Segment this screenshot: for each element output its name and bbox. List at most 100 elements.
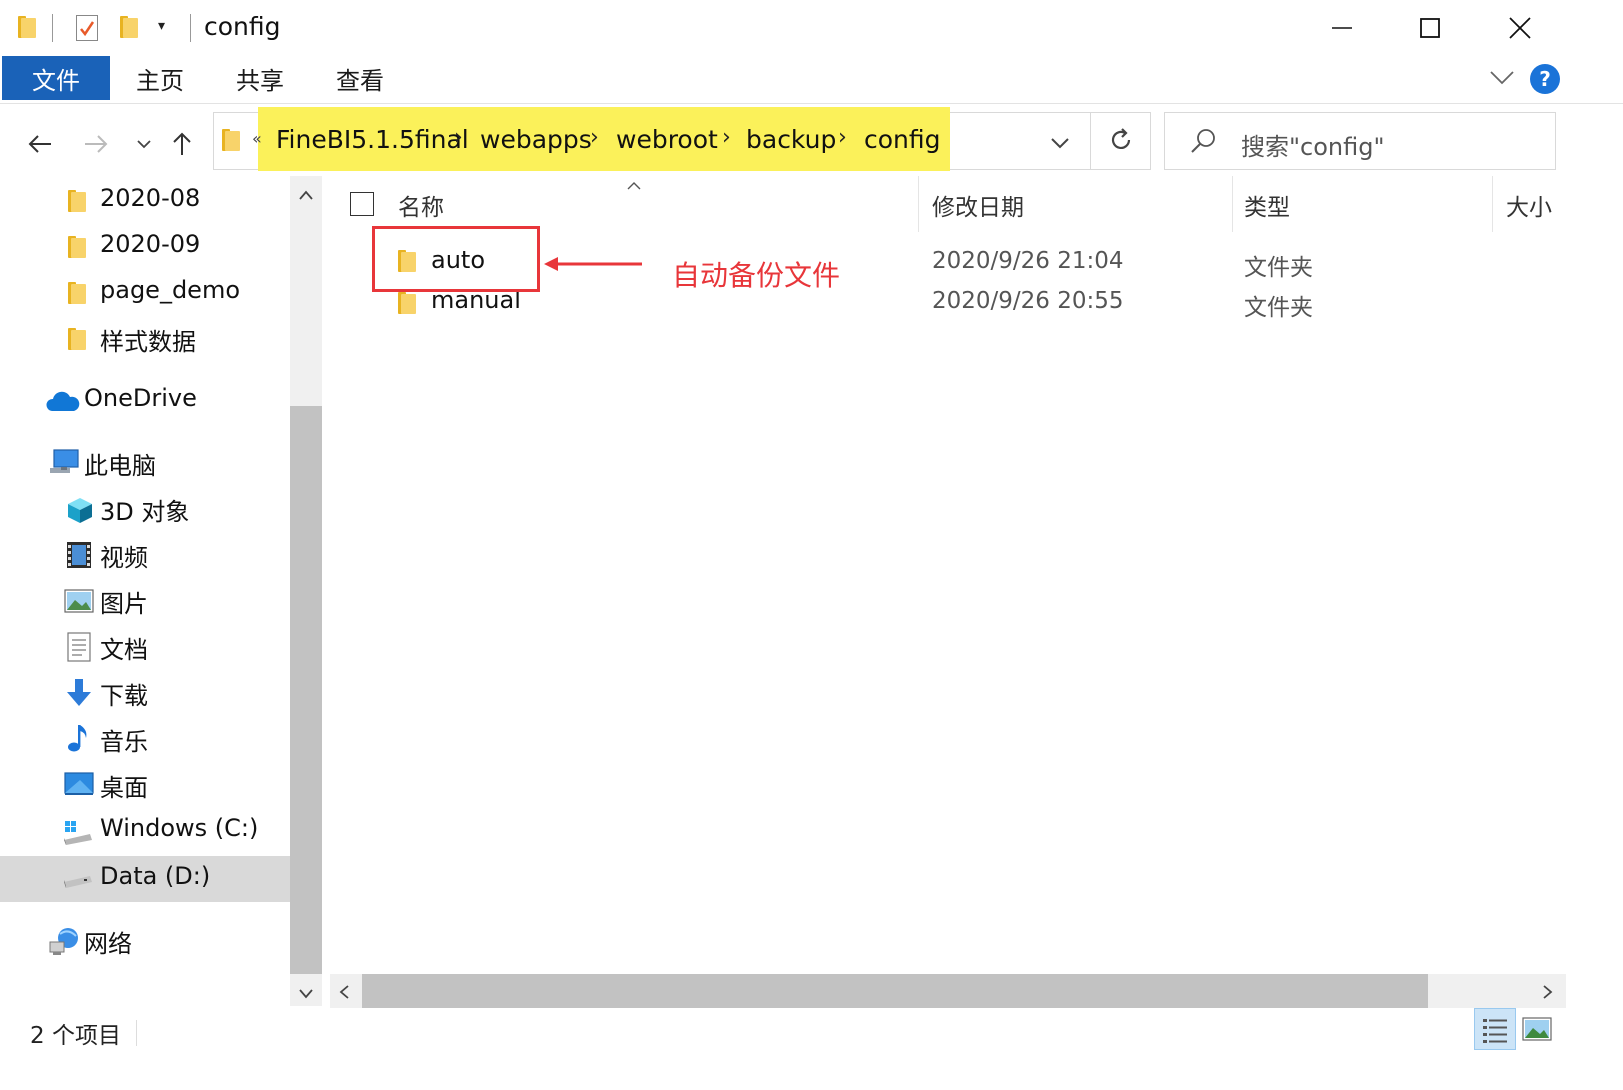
chevron-right-icon[interactable]: › (454, 125, 463, 150)
close-icon[interactable] (1500, 8, 1540, 48)
network-icon (49, 928, 78, 955)
forward-arrow-icon[interactable] (76, 124, 116, 164)
documents-icon (67, 632, 91, 662)
tab-view[interactable]: 查看 (312, 56, 408, 100)
ribbon: 文件 主页 共享 查看 ? (0, 56, 1623, 104)
folder-icon (68, 282, 86, 304)
column-header-size[interactable]: 大小 (1506, 188, 1552, 222)
breadcrumb-finebi[interactable]: FineBI5.1.5final (276, 125, 469, 154)
chevron-right-icon[interactable]: › (838, 125, 847, 150)
recent-locations-chevron-icon[interactable] (124, 124, 164, 164)
nav-item-label: 网络 (84, 930, 132, 958)
column-header-type[interactable]: 类型 (1244, 188, 1290, 222)
scroll-thumb[interactable] (362, 974, 1428, 1008)
up-arrow-icon[interactable] (162, 124, 202, 164)
table-row[interactable]: manual 2020/9/26 20:55 文件夹 (370, 284, 1550, 324)
search-box[interactable]: 搜索"config" (1164, 112, 1556, 170)
annotation-label: 自动备份文件 (672, 259, 841, 292)
nav-item-3d-objects[interactable]: 3D 对象 (0, 486, 290, 532)
nav-item-music[interactable]: 音乐 (0, 716, 290, 762)
nav-item-network[interactable]: 网络 (0, 918, 290, 964)
scroll-down-icon[interactable] (298, 984, 314, 1003)
3d-objects-icon (68, 498, 92, 523)
nav-item-onedrive[interactable]: OneDrive (0, 378, 290, 424)
title-bar: ▾ config (0, 0, 1623, 56)
horizontal-scrollbar[interactable] (330, 974, 1566, 1008)
breadcrumb-webroot[interactable]: webroot (616, 125, 718, 154)
column-divider[interactable] (1492, 176, 1493, 232)
column-divider[interactable] (1232, 176, 1233, 232)
nav-item-drive-d[interactable]: Data (D:) (0, 856, 290, 902)
breadcrumb-backup[interactable]: backup (746, 125, 836, 154)
help-icon[interactable]: ? (1530, 64, 1560, 94)
folder-icon (68, 236, 86, 258)
desktop-icon (64, 772, 94, 795)
breadcrumb-webapps[interactable]: webapps (480, 125, 592, 154)
tab-file[interactable]: 文件 (2, 56, 110, 100)
scroll-up-icon[interactable] (298, 186, 314, 205)
customize-quick-access-icon[interactable]: ▾ (158, 18, 165, 34)
nav-item-desktop[interactable]: 桌面 (0, 762, 290, 808)
expand-ribbon-icon[interactable] (1488, 68, 1516, 92)
tab-home[interactable]: 主页 (112, 56, 208, 100)
nav-item-label: 音乐 (100, 728, 148, 756)
video-icon (67, 542, 91, 568)
nav-item-label: 2020-09 (100, 230, 201, 258)
search-input[interactable]: 搜索"config" (1241, 127, 1385, 162)
nav-item-videos[interactable]: 视频 (0, 532, 290, 578)
address-row: « FineBI5.1.5final › webapps › webroot ›… (0, 106, 1623, 176)
divider (52, 14, 53, 42)
column-header-date[interactable]: 修改日期 (932, 188, 1024, 222)
column-header-name[interactable]: 名称 (398, 188, 444, 222)
properties-icon[interactable] (76, 15, 98, 41)
nav-item-downloads[interactable]: 下载 (0, 670, 290, 716)
nav-item-style-data[interactable]: 样式数据 (0, 316, 290, 362)
breadcrumb-overflow[interactable]: « (252, 129, 262, 148)
nav-item-label: 2020-08 (100, 184, 201, 212)
windows-drive-icon (64, 821, 92, 845)
scroll-right-icon[interactable] (1542, 984, 1554, 1004)
nav-item-label: OneDrive (84, 384, 197, 412)
file-list: 名称 修改日期 类型 大小 auto 2020/9/26 21:04 文件夹 m… (330, 176, 1570, 976)
address-dropdown-icon[interactable] (1050, 135, 1070, 154)
scroll-left-icon[interactable] (338, 984, 350, 1004)
nav-item-pictures[interactable]: 图片 (0, 578, 290, 624)
pictures-icon (64, 589, 94, 613)
divider (136, 1020, 137, 1046)
nav-item-label: 3D 对象 (100, 498, 190, 526)
sort-ascending-icon (626, 176, 642, 195)
details-view-icon[interactable] (1474, 1008, 1516, 1050)
new-folder-icon[interactable] (120, 16, 138, 38)
nav-item-label: 样式数据 (100, 328, 196, 356)
search-icon (1189, 127, 1217, 159)
nav-item-label: 桌面 (100, 774, 148, 802)
status-bar: 2 个项目 (0, 1008, 1623, 1090)
file-date: 2020/9/26 20:55 (932, 288, 1124, 314)
minimize-icon[interactable] (1322, 8, 1362, 48)
chevron-right-icon[interactable]: › (590, 125, 599, 150)
back-arrow-icon[interactable] (20, 124, 60, 164)
scroll-thumb[interactable] (290, 406, 322, 974)
column-divider[interactable] (918, 176, 919, 232)
nav-item-2020-08[interactable]: 2020-08 (0, 178, 290, 224)
divider (1090, 113, 1091, 169)
select-all-checkbox[interactable] (350, 192, 374, 216)
download-icon (67, 679, 91, 706)
chevron-right-icon[interactable]: › (722, 125, 731, 150)
nav-item-documents[interactable]: 文档 (0, 624, 290, 670)
file-date: 2020/9/26 21:04 (932, 248, 1124, 274)
refresh-icon[interactable] (1108, 127, 1134, 157)
address-bar[interactable]: « FineBI5.1.5final › webapps › webroot ›… (213, 107, 1151, 171)
nav-item-page-demo[interactable]: page_demo (0, 270, 290, 316)
folder-icon (222, 129, 240, 151)
onedrive-icon (46, 391, 80, 411)
nav-item-2020-09[interactable]: 2020-09 (0, 224, 290, 270)
tab-share[interactable]: 共享 (212, 56, 308, 100)
maximize-icon[interactable] (1410, 8, 1450, 48)
navigation-scrollbar[interactable] (290, 176, 322, 1006)
nav-item-drive-c[interactable]: Windows (C:) (0, 808, 290, 854)
large-icons-view-icon[interactable] (1522, 1016, 1552, 1042)
drive-icon (64, 876, 92, 888)
nav-item-this-pc[interactable]: 此电脑 (0, 440, 290, 486)
breadcrumb-config[interactable]: config (864, 125, 941, 154)
